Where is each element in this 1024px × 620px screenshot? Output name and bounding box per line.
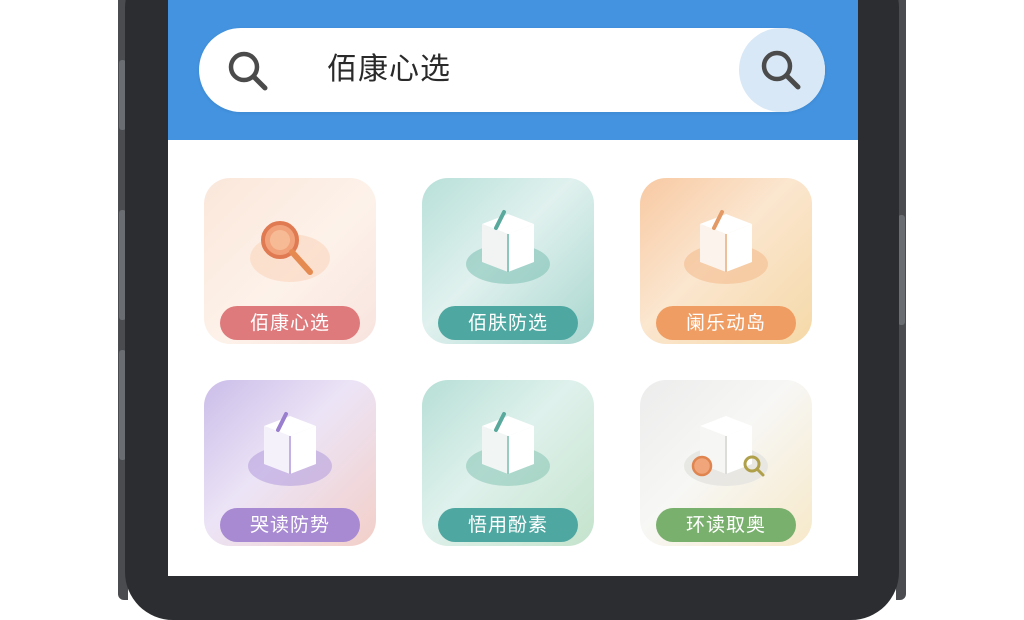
tile-icon-area [204, 200, 376, 296]
app-screen: 佰康心选 佰康心选 佰肤防选 阑乐动岛 哭读防势 悟用酚素 环读取奥 [168, 0, 858, 576]
box-icon [466, 210, 550, 284]
tile-label: 佰肤防选 [438, 306, 578, 340]
shortcut-tile-1[interactable]: 佰康心选 [204, 178, 376, 344]
magnifier-icon [250, 221, 330, 282]
power-button [898, 215, 905, 325]
box-icon [248, 412, 332, 486]
shortcut-tile-4[interactable]: 哭读防势 [204, 380, 376, 546]
tile-icon-area [204, 402, 376, 498]
tile-label: 哭读防势 [220, 508, 360, 542]
search-button[interactable] [739, 28, 825, 112]
tile-icon-area [640, 200, 812, 296]
tile-label: 悟用酚素 [438, 508, 578, 542]
search-bar[interactable]: 佰康心选 [199, 28, 825, 112]
tile-label: 环读取奥 [656, 508, 796, 542]
tile-label: 阑乐动岛 [656, 306, 796, 340]
tile-icon-area [422, 200, 594, 296]
shortcut-tile-3[interactable]: 阑乐动岛 [640, 178, 812, 344]
shortcut-tile-5[interactable]: 悟用酚素 [422, 380, 594, 546]
search-input[interactable]: 佰康心选 [327, 50, 451, 90]
top-header: 佰康心选 [168, 0, 858, 140]
box-icon [684, 210, 768, 284]
tile-label: 佰康心选 [220, 306, 360, 340]
shortcut-tile-2[interactable]: 佰肤防选 [422, 178, 594, 344]
tile-icon-area [640, 402, 812, 498]
search-icon [761, 50, 801, 90]
box-icon [466, 412, 550, 486]
shortcut-tile-6[interactable]: 环读取奥 [640, 380, 812, 546]
box-icon [684, 416, 768, 486]
search-icon [228, 51, 268, 91]
device-stage: 佰康心选 佰康心选 佰肤防选 阑乐动岛 哭读防势 悟用酚素 环读取奥 [0, 0, 1024, 620]
tile-icon-area [422, 402, 594, 498]
shortcut-grid: 佰康心选 佰肤防选 阑乐动岛 哭读防势 悟用酚素 环读取奥 [168, 140, 858, 576]
